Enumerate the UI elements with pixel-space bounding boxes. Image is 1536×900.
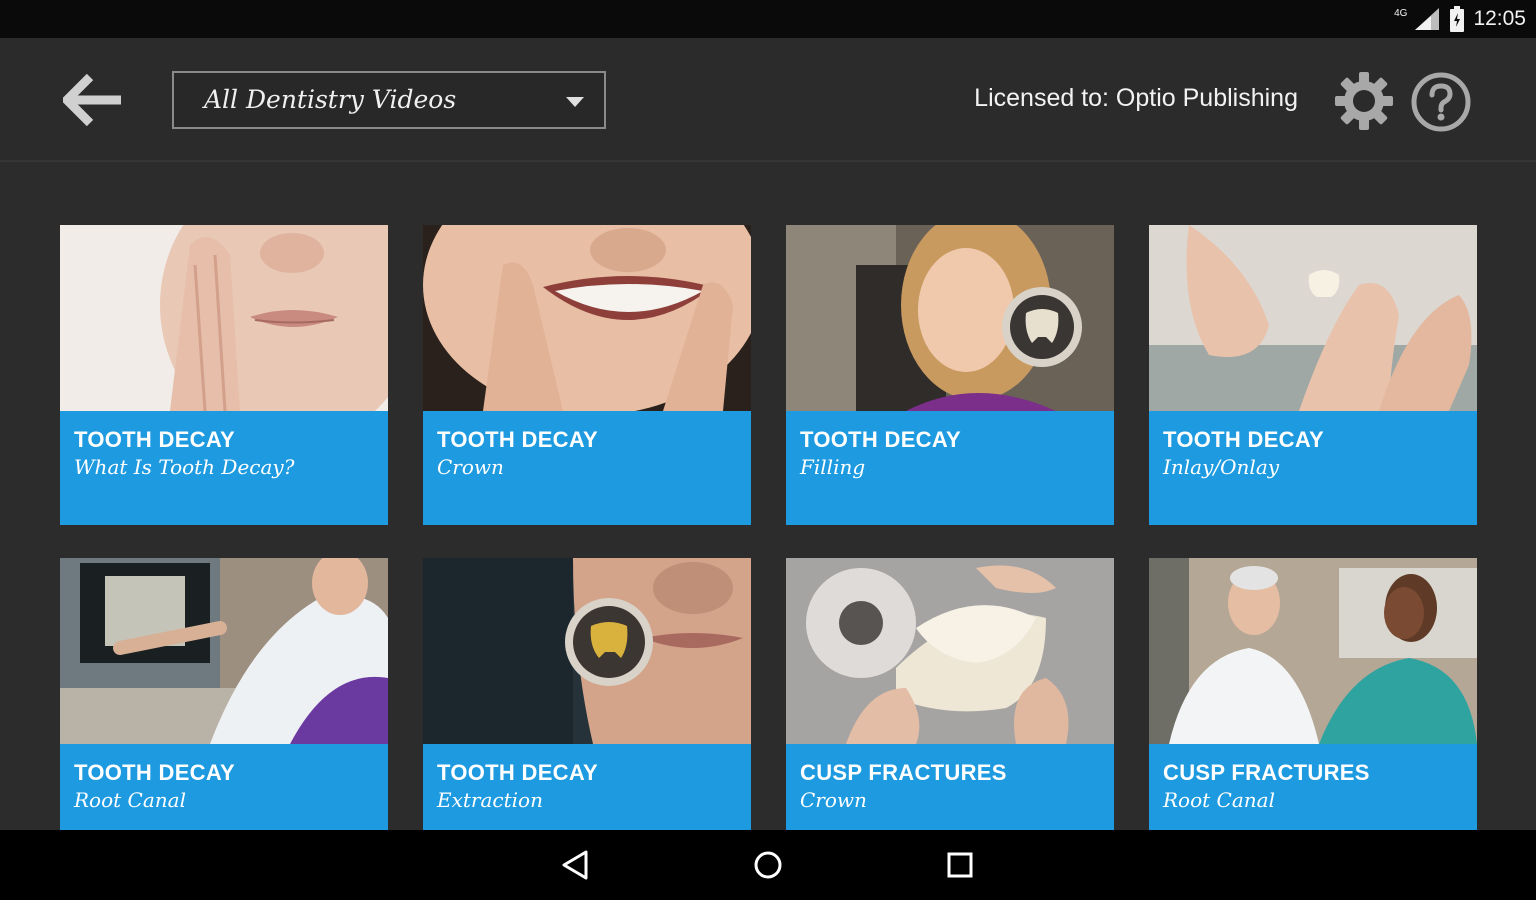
nav-home-icon [754, 851, 782, 879]
video-title: CUSP FRACTURES [1163, 760, 1370, 785]
category-dropdown[interactable]: All Dentistry Videos [172, 71, 606, 129]
video-tile[interactable]: TOOTH DECAY What Is Tooth Decay? [60, 225, 388, 525]
video-subtitle: Inlay/Onlay [1163, 455, 1280, 479]
video-subtitle: Filling [800, 455, 866, 479]
back-arrow-icon [63, 74, 121, 126]
nav-back-button[interactable] [554, 844, 598, 886]
video-tile[interactable]: TOOTH DECAY Inlay/Onlay [1149, 225, 1477, 525]
dropdown-value: All Dentistry Videos [204, 85, 457, 114]
license-text: Licensed to: Optio Publishing [974, 84, 1298, 112]
video-caption: CUSP FRACTURES Root Canal [1149, 744, 1477, 830]
status-bar: 4G 12:05 [0, 0, 1536, 38]
video-title: TOOTH DECAY [437, 427, 598, 452]
video-tile[interactable]: CUSP FRACTURES Root Canal [1149, 558, 1477, 830]
video-tile[interactable]: CUSP FRACTURES Crown [786, 558, 1114, 830]
video-thumbnail [1149, 225, 1477, 411]
video-thumbnail [1149, 558, 1477, 744]
video-caption: TOOTH DECAY What Is Tooth Decay? [60, 411, 388, 525]
video-subtitle: Root Canal [74, 788, 186, 812]
video-thumbnail [786, 558, 1114, 744]
video-subtitle: Crown [800, 788, 867, 812]
nav-recents-icon [947, 852, 973, 878]
back-button[interactable] [60, 72, 126, 128]
nav-recents-button[interactable] [938, 844, 982, 886]
network-type: 4G [1394, 7, 1408, 19]
gear-icon [1335, 72, 1393, 130]
video-tile[interactable]: TOOTH DECAY Crown [423, 225, 751, 525]
nav-home-button[interactable] [746, 844, 790, 886]
video-title: TOOTH DECAY [74, 760, 235, 785]
settings-button[interactable] [1334, 71, 1394, 131]
status-icons: 4G 12:05 [1394, 6, 1526, 32]
video-thumbnail [423, 558, 751, 744]
battery-icon [1450, 6, 1465, 32]
video-thumbnail [423, 225, 751, 411]
video-tile[interactable]: TOOTH DECAY Extraction [423, 558, 751, 830]
video-thumbnail [60, 558, 388, 744]
help-icon [1411, 72, 1471, 132]
video-subtitle: Crown [437, 455, 504, 479]
video-title: TOOTH DECAY [74, 427, 235, 452]
nav-back-icon [562, 850, 588, 880]
video-subtitle: Extraction [437, 788, 543, 812]
system-nav-bar [0, 830, 1536, 900]
status-time: 12:05 [1473, 7, 1526, 30]
video-caption: TOOTH DECAY Root Canal [60, 744, 388, 830]
app-bar: All Dentistry Videos Licensed to: Optio … [0, 38, 1536, 162]
video-title: CUSP FRACTURES [800, 760, 1007, 785]
video-caption: TOOTH DECAY Inlay/Onlay [1149, 411, 1477, 525]
video-title: TOOTH DECAY [800, 427, 961, 452]
video-caption: CUSP FRACTURES Crown [786, 744, 1114, 830]
video-caption: TOOTH DECAY Filling [786, 411, 1114, 525]
signal-icon [1415, 8, 1440, 30]
help-button[interactable] [1410, 71, 1472, 133]
video-tile[interactable]: TOOTH DECAY Root Canal [60, 558, 388, 830]
video-caption: TOOTH DECAY Extraction [423, 744, 751, 830]
video-title: TOOTH DECAY [1163, 427, 1324, 452]
video-subtitle: Root Canal [1163, 788, 1275, 812]
chevron-down-icon [566, 97, 584, 107]
video-thumbnail [786, 225, 1114, 411]
video-caption: TOOTH DECAY Crown [423, 411, 751, 525]
video-thumbnail [60, 225, 388, 411]
video-title: TOOTH DECAY [437, 760, 598, 785]
video-subtitle: What Is Tooth Decay? [74, 455, 295, 479]
video-grid: TOOTH DECAY What Is Tooth Decay? TOOTH D… [0, 164, 1536, 830]
video-tile[interactable]: TOOTH DECAY Filling [786, 225, 1114, 525]
